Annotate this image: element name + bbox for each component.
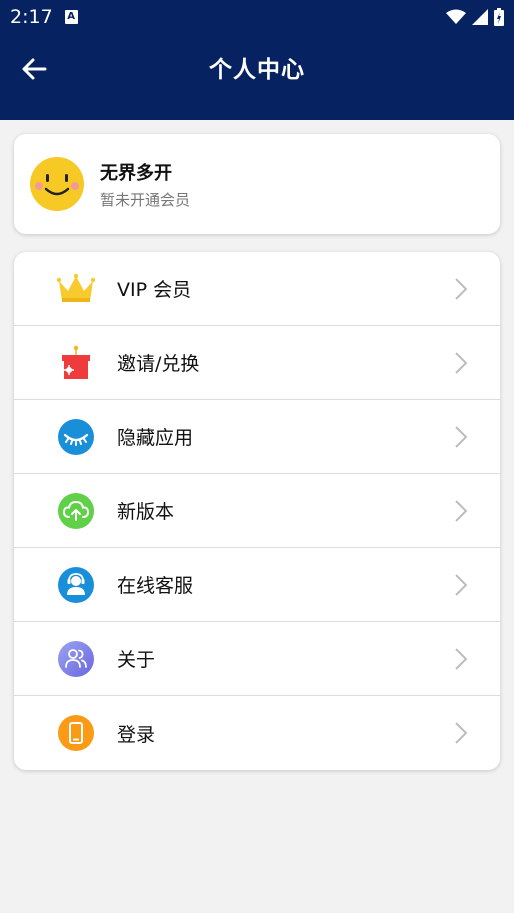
chevron-right-icon: [455, 722, 468, 744]
battery-icon: [494, 8, 504, 26]
chevron-right-icon: [455, 278, 468, 300]
cloud-upload-icon: [57, 492, 95, 530]
crown-icon: [57, 270, 95, 308]
menu-item-label: 关于: [117, 649, 156, 671]
chevron-right-icon: [455, 500, 468, 522]
profile-name: 无界多开: [100, 162, 172, 184]
status-bar: 2:17 A: [0, 0, 514, 34]
phone-icon: [57, 714, 95, 752]
membership-status: 暂未开通会员: [100, 190, 191, 209]
menu-item-login[interactable]: 登录: [14, 696, 500, 770]
menu-item-label: 新版本: [117, 501, 175, 523]
profile-card[interactable]: 无界多开 暂未开通会员: [14, 134, 500, 234]
back-button[interactable]: [18, 53, 50, 85]
chevron-right-icon: [455, 648, 468, 670]
app-header: 2:17 A 个人中心: [0, 0, 514, 120]
chevron-right-icon: [455, 352, 468, 374]
menu-item-invite[interactable]: 邀请/兑换: [14, 326, 500, 400]
closed-eye-icon: [57, 418, 95, 456]
chevron-right-icon: [455, 426, 468, 448]
notification-a-icon: A: [64, 10, 78, 24]
menu-item-label: 登录: [117, 723, 156, 746]
page-title: 个人中心: [209, 57, 305, 83]
customer-service-icon: [57, 566, 95, 604]
signal-icon: [472, 9, 488, 25]
menu-item-customer-service[interactable]: 在线客服: [14, 548, 500, 622]
menu-item-new-version[interactable]: 新版本: [14, 474, 500, 548]
menu-item-about[interactable]: 关于: [14, 622, 500, 696]
wifi-icon: [446, 9, 466, 24]
chevron-right-icon: [455, 574, 468, 596]
status-icons: [446, 8, 504, 26]
menu-item-vip[interactable]: VIP 会员: [14, 252, 500, 326]
menu-item-label: 在线客服: [117, 575, 194, 597]
people-icon: [57, 640, 95, 678]
smiley-avatar-icon: [30, 157, 84, 211]
gift-icon: [57, 344, 95, 382]
menu-item-label: 邀请/兑换: [117, 353, 200, 375]
menu-list: VIP 会员 邀请/兑换 隐藏应用 新版本 在线客服 关于 登录: [14, 252, 500, 770]
title-bar: 个人中心: [0, 34, 514, 100]
menu-item-label: VIP 会员: [117, 279, 192, 301]
profile-text: 无界多开 暂未开通会员: [100, 159, 190, 210]
menu-item-label: 隐藏应用: [117, 427, 194, 449]
menu-item-hide-apps[interactable]: 隐藏应用: [14, 400, 500, 474]
status-time: 2:17: [10, 6, 53, 28]
arrow-left-icon: [22, 58, 47, 80]
